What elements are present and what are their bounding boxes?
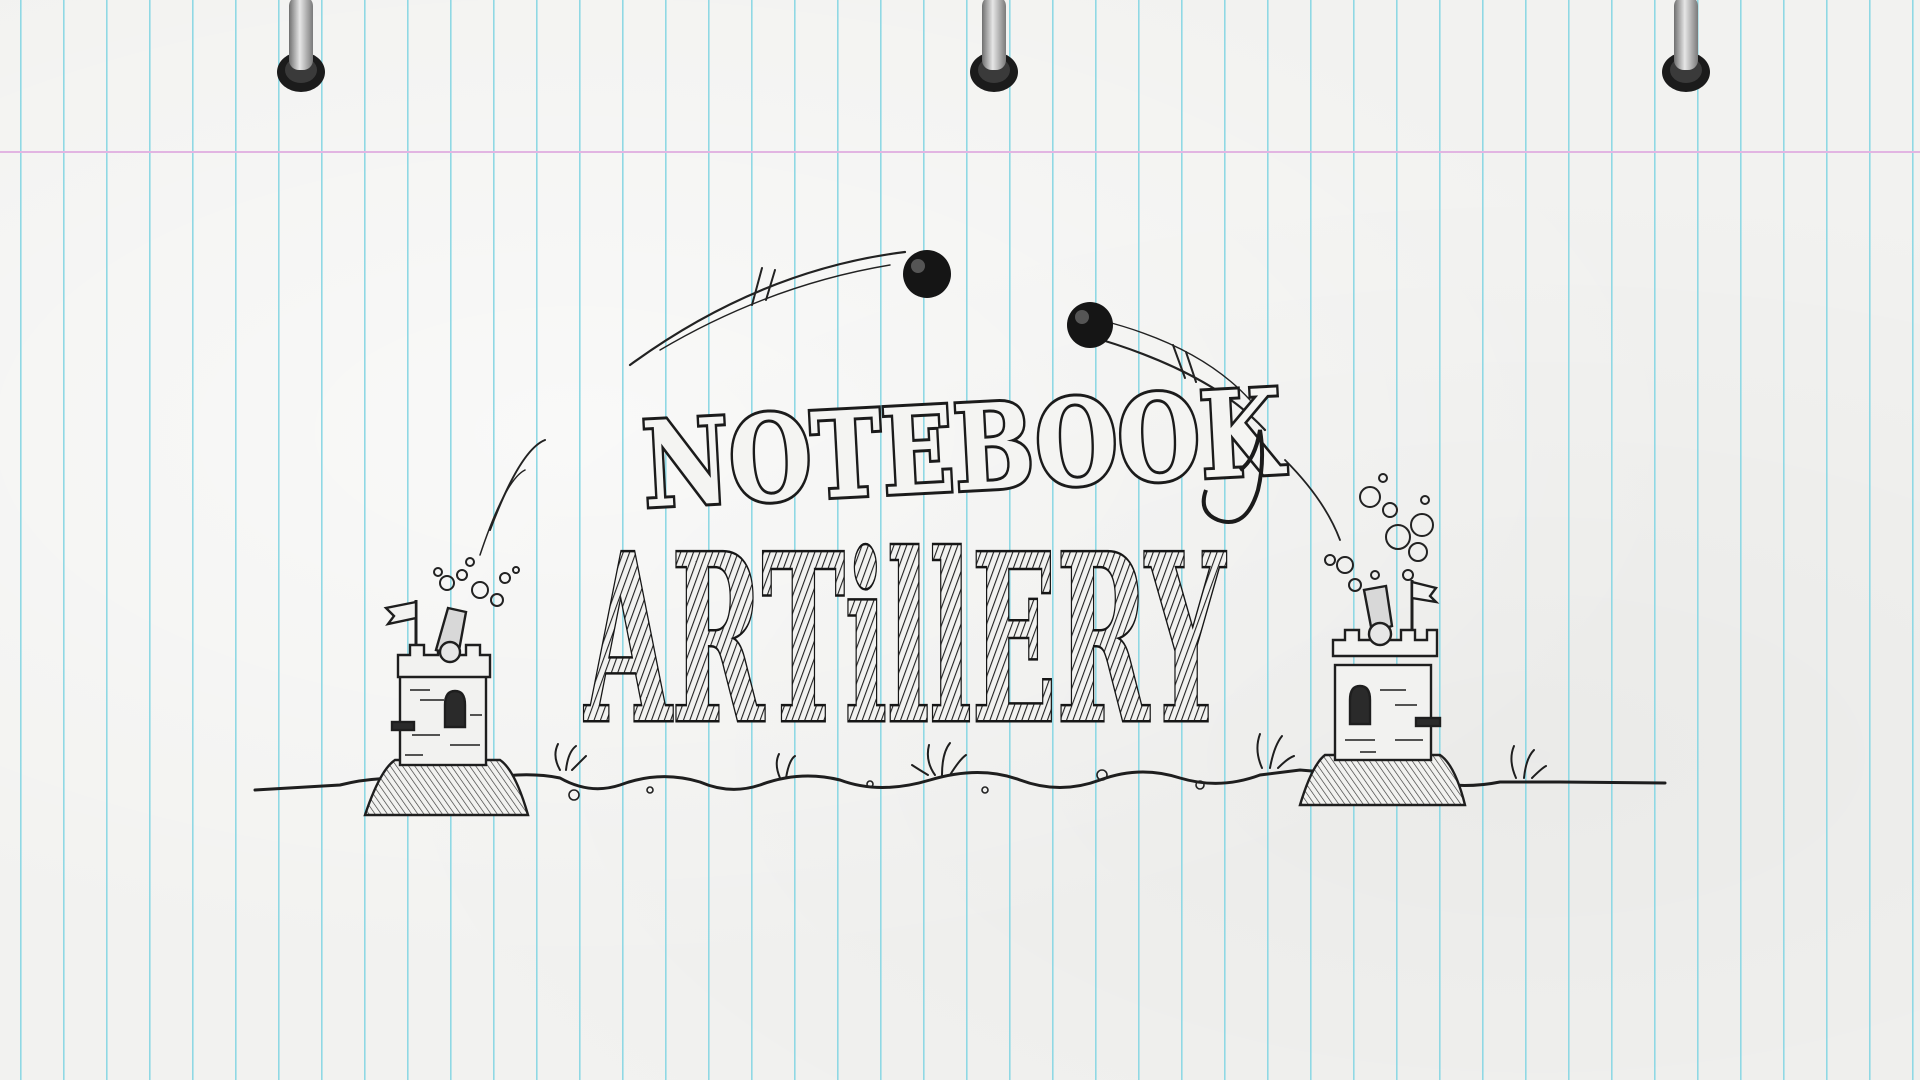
cannonball-icon bbox=[1067, 302, 1113, 348]
cannonball-icon bbox=[903, 250, 951, 298]
title-line-artillery: ARTillERY bbox=[584, 505, 1226, 775]
title-scene: NOTEBOOK ARTillERY bbox=[0, 0, 1920, 1080]
game-title: NOTEBOOK ARTillERY bbox=[582, 359, 1293, 777]
cannon-icon bbox=[1362, 584, 1394, 647]
margin-line bbox=[0, 151, 1920, 153]
